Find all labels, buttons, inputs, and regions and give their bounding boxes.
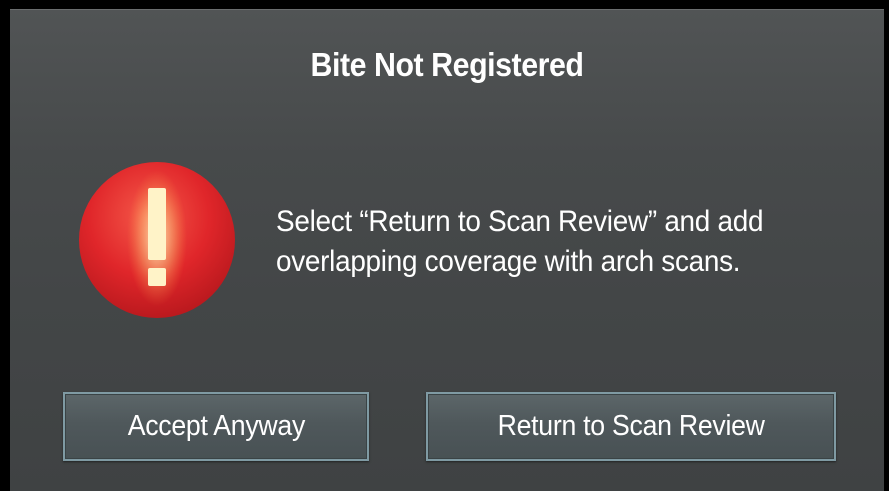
accept-anyway-label: Accept Anyway	[127, 410, 305, 442]
message-line-2: overlapping coverage with arch scans.	[276, 245, 741, 278]
dialog-title: Bite Not Registered	[310, 46, 584, 83]
message-line-1: Select “Return to Scan Review” and add	[276, 205, 764, 238]
exclamation-alert-icon	[79, 162, 235, 318]
return-to-scan-review-label: Return to Scan Review	[497, 410, 765, 442]
bite-not-registered-dialog: Bite Not Registered Select “Return to Sc…	[10, 9, 884, 491]
return-to-scan-review-button[interactable]: Return to Scan Review	[426, 392, 836, 461]
accept-anyway-button[interactable]: Accept Anyway	[63, 392, 369, 461]
dialog-message: Select “Return to Scan Review” and add o…	[276, 202, 834, 282]
